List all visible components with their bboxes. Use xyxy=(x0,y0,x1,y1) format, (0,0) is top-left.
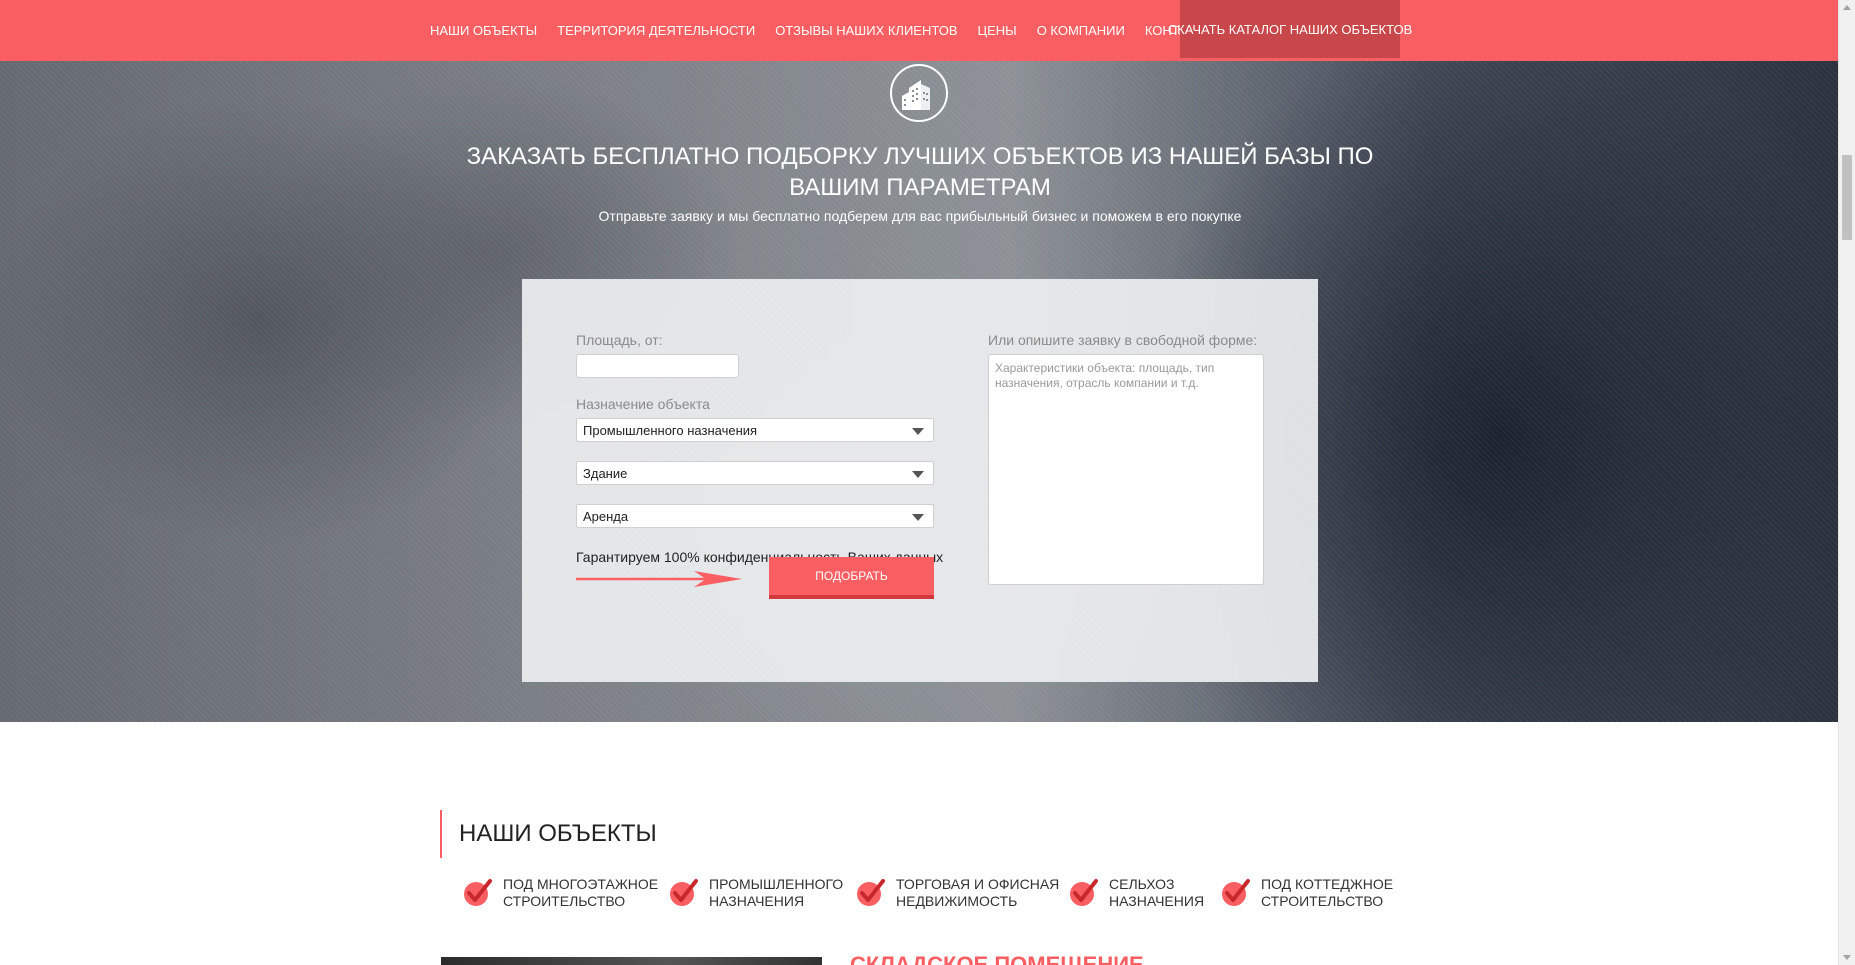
category-label-line1: ПОД МНОГОЭТАЖНОЕ xyxy=(503,876,659,892)
checkmark-badge-icon xyxy=(670,879,698,906)
purpose-select-value: Промышленного назначения xyxy=(583,422,758,438)
category-label-line1: СЕЛЬХОЗ xyxy=(1109,876,1175,892)
category-industrial[interactable]: ПРОМЫШЛЕННОГО НАЗНАЧЕНИЯ xyxy=(668,876,843,910)
nav-item-objects[interactable]: НАШИ ОБЪЕКТЫ xyxy=(430,23,537,38)
nav-item-prices[interactable]: ЦЕНЫ xyxy=(978,23,1017,38)
checkmark-badge-icon xyxy=(857,879,885,906)
deal-type-select-value: Аренда xyxy=(583,508,629,524)
buildings-icon xyxy=(890,64,948,122)
hero-subtitle: Отправьте заявку и мы бесплатно подберем… xyxy=(598,208,1242,224)
category-label-line1: ПРОМЫШЛЕННОГО xyxy=(709,876,844,892)
category-multistorey[interactable]: ПОД МНОГОЭТАЖНОЕ СТРОИТЕЛЬСТВО xyxy=(462,876,658,910)
vertical-scrollbar[interactable] xyxy=(1838,0,1855,965)
area-label: Площадь, от: xyxy=(576,332,663,348)
warehouse-photo xyxy=(441,957,822,965)
arrow-right-icon xyxy=(576,571,742,587)
chevron-down-icon xyxy=(912,428,924,435)
nav-item-about[interactable]: О КОМПАНИИ xyxy=(1037,23,1125,38)
submit-button[interactable]: ПОДОБРАТЬ xyxy=(769,557,934,599)
chevron-down-icon xyxy=(912,514,924,521)
objects-section-title: НАШИ ОБЪЕКТЫ xyxy=(459,820,657,847)
free-form-label: Или опишите заявку в свободной форме: xyxy=(988,332,1258,348)
scroll-up-icon[interactable] xyxy=(1843,5,1851,10)
hero-title: ЗАКАЗАТЬ БЕСПЛАТНО ПОДБОРКУ ЛУЧШИХ ОБЪЕК… xyxy=(466,143,1374,201)
category-label-line2: НЕДВИЖИМОСТЬ xyxy=(896,893,1018,909)
category-label-line1: ПОД КОТТЕДЖНОЕ xyxy=(1261,876,1394,892)
top-navigation: НАШИ ОБЪЕКТЫ ТЕРРИТОРИЯ ДЕЯТЕЛЬНОСТИ ОТЗ… xyxy=(0,0,1838,61)
nav-item-territory[interactable]: ТЕРРИТОРИЯ ДЕЯТЕЛЬНОСТИ xyxy=(557,23,755,38)
warehouse-heading: СКЛАДСКОЕ ПОМЕЩЕНИЕ xyxy=(850,952,1144,965)
category-label-line1: ТОРГОВАЯ И ОФИСНАЯ xyxy=(896,876,1060,892)
category-label-line2: СТРОИТЕЛЬСТВО xyxy=(1261,893,1384,909)
category-cottage[interactable]: ПОД КОТТЕДЖНОЕ СТРОИТЕЛЬСТВО xyxy=(1220,876,1393,910)
object-type-select-value: Здание xyxy=(583,465,628,481)
nav-menu: НАШИ ОБЪЕКТЫ ТЕРРИТОРИЯ ДЕЯТЕЛЬНОСТИ ОТЗ… xyxy=(430,0,1235,61)
hero-section: ЗАКАЗАТЬ БЕСПЛАТНО ПОДБОРКУ ЛУЧШИХ ОБЪЕК… xyxy=(0,61,1838,722)
purpose-select[interactable]: Промышленного назначения xyxy=(576,418,934,442)
checkmark-badge-icon xyxy=(1222,879,1250,906)
download-catalog-button[interactable]: СКАЧАТЬ КАТАЛОГ НАШИХ ОБЪЕКТОВ xyxy=(1168,0,1412,61)
request-form-panel: Площадь, от: Назначение объекта Промышле… xyxy=(522,279,1318,682)
purpose-label: Назначение объекта xyxy=(576,396,710,412)
category-label-line2: НАЗНАЧЕНИЯ xyxy=(709,893,805,909)
object-type-select[interactable]: Здание xyxy=(576,461,934,485)
area-input[interactable] xyxy=(576,354,739,378)
checkmark-badge-icon xyxy=(1070,879,1098,906)
category-label-line2: СТРОИТЕЛЬСТВО xyxy=(503,893,626,909)
nav-item-reviews[interactable]: ОТЗЫВЫ НАШИХ КЛИЕНТОВ xyxy=(775,23,957,38)
free-form-textarea[interactable]: Характеристики объекта: площадь, тип наз… xyxy=(988,354,1264,585)
chevron-down-icon xyxy=(912,471,924,478)
category-agricultural[interactable]: СЕЛЬХОЗ НАЗНАЧЕНИЯ xyxy=(1068,876,1204,910)
scrollbar-thumb[interactable] xyxy=(1842,155,1852,240)
section-accent-bar xyxy=(440,810,442,858)
deal-type-select[interactable]: Аренда xyxy=(576,504,934,528)
checkmark-badge-icon xyxy=(464,879,492,906)
category-label-line2: НАЗНАЧЕНИЯ xyxy=(1109,893,1205,909)
category-retail-office[interactable]: ТОРГОВАЯ И ОФИСНАЯ НЕДВИЖИМОСТЬ xyxy=(855,876,1059,910)
scroll-down-icon[interactable] xyxy=(1843,955,1851,960)
